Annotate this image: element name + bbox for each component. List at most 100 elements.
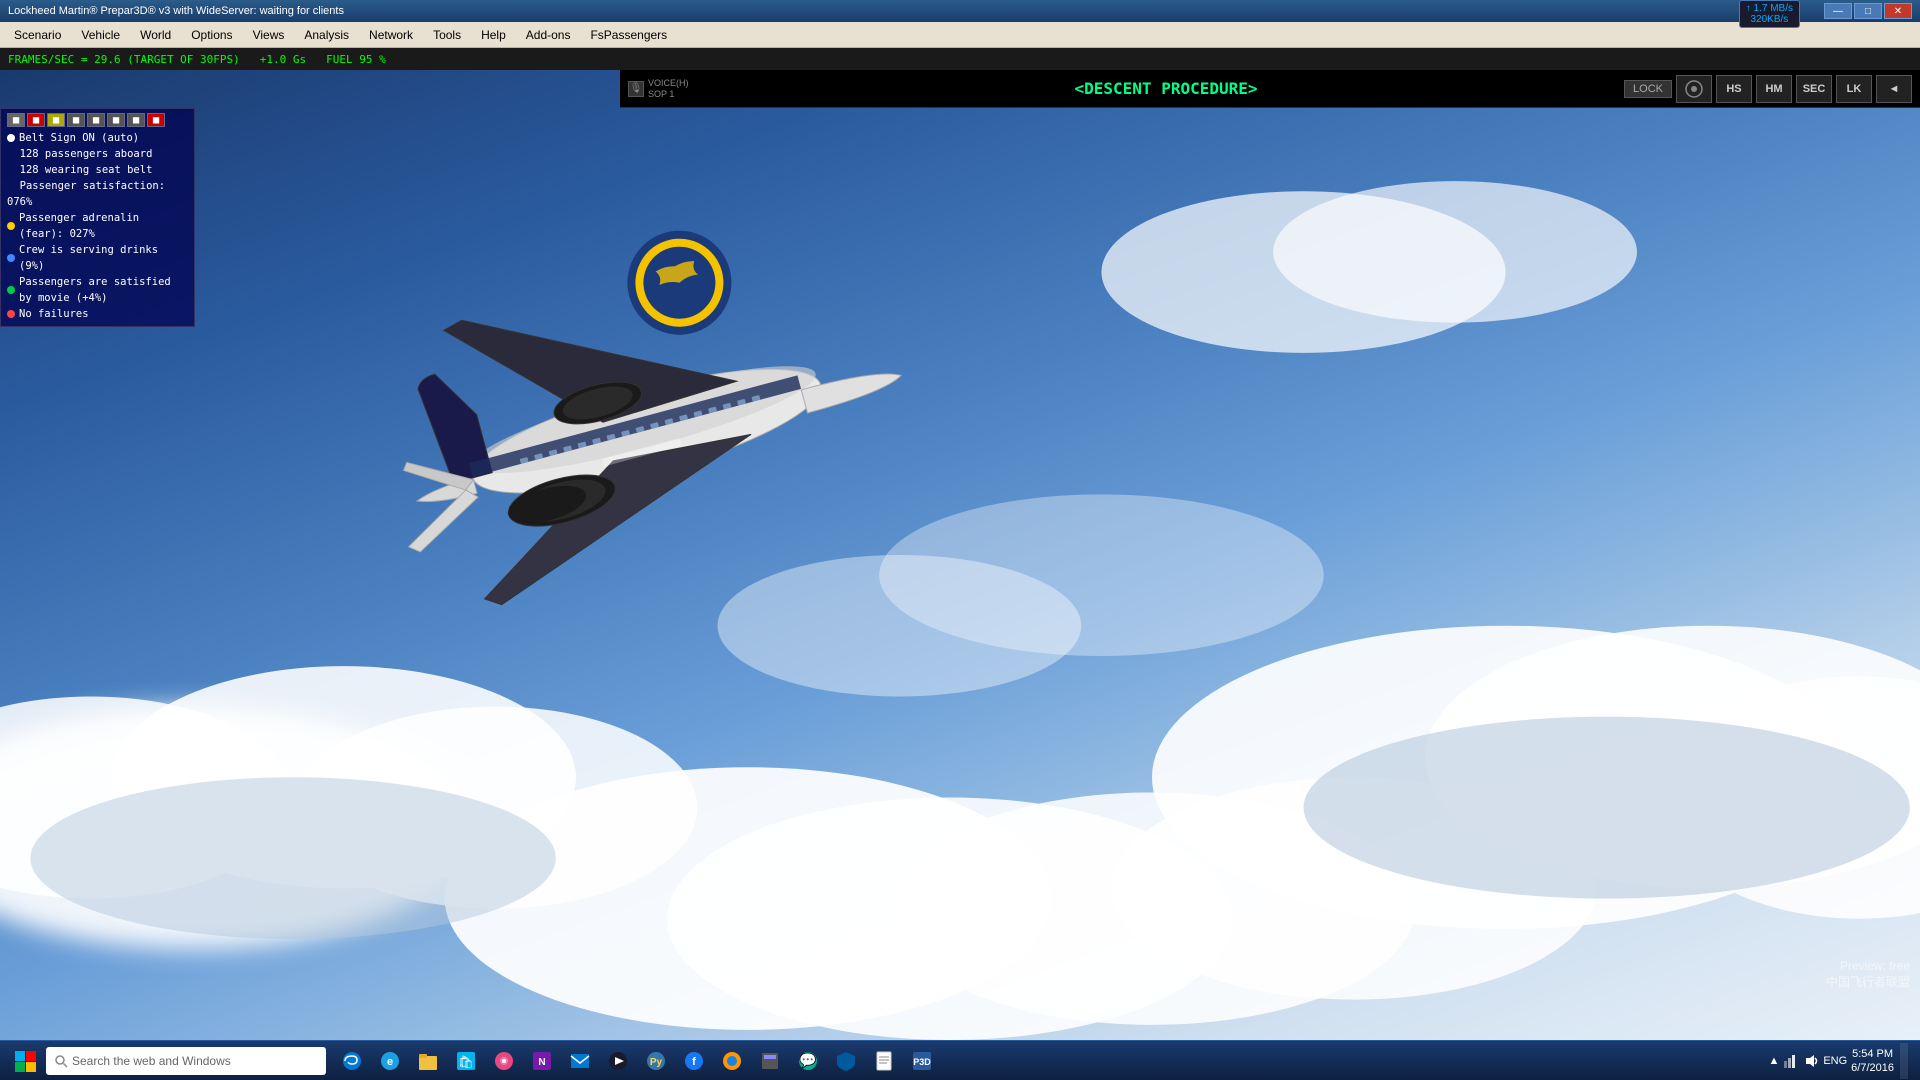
taskbar-edge-icon[interactable] [334,1043,370,1079]
volume-tray-icon [1803,1053,1819,1069]
dot-adrenalin [7,222,15,230]
atc-sec-button[interactable]: SEC [1796,75,1832,103]
passengers-text: 128 passengers aboard [7,146,152,162]
atc-voice-label: VOICE(H) SOP 1 [648,78,708,100]
taskbar-tray: ▲ ENG 5:54 PM 6/7/2016 [1768,1043,1916,1079]
aircraft-image [220,130,1000,690]
taskbar-ie-icon[interactable]: e [372,1043,408,1079]
atc-hm-button[interactable]: HM [1756,75,1792,103]
info-line-adrenalin: Passenger adrenalin (fear): 027% [7,210,188,242]
taskbar-chat-icon[interactable]: 💬 [790,1043,826,1079]
close-button[interactable]: ✕ [1884,3,1912,19]
taskbar-onenote-icon[interactable]: N [524,1043,560,1079]
start-button[interactable] [4,1043,46,1079]
menu-tools[interactable]: Tools [423,26,471,44]
menu-addons[interactable]: Add-ons [516,26,581,44]
taskbar-mail-icon[interactable] [562,1043,598,1079]
atc-hs-button[interactable]: HS [1716,75,1752,103]
crew-text: Crew is serving drinks (9%) [19,242,188,274]
menubar: Scenario Vehicle World Options Views Ana… [0,22,1920,48]
clock-date: 6/7/2016 [1851,1061,1894,1075]
taskbar-notepad-icon[interactable] [866,1043,902,1079]
watermark-line1: Preview: free [1826,959,1910,973]
svg-text:🛍: 🛍 [458,1055,473,1069]
taskbar-search-box[interactable]: Search the web and Windows [46,1047,326,1075]
movie-text: Passengers are satisfied by movie (+4%) [19,274,188,306]
info-line-failures: No failures [7,306,188,322]
info-panel-icon-row: ■ ■ ■ ■ ■ ■ ■ ■ [7,113,188,127]
taskbar: Search the web and Windows e 🛍 N Py f 💬 [0,1040,1920,1080]
atc-mode-icon [1676,75,1712,103]
dot-movie [7,286,15,294]
atc-lock-button[interactable]: LOCK [1624,80,1672,98]
dot-crew [7,254,15,262]
atc-procedure-text: <DESCENT PROCEDURE> [712,79,1620,98]
taskbar-movies-icon[interactable] [600,1043,636,1079]
show-desktop-button[interactable] [1900,1043,1908,1079]
menu-vehicle[interactable]: Vehicle [71,26,130,44]
taskbar-shield-icon[interactable] [828,1043,864,1079]
taskbar-explorer-icon[interactable] [410,1043,446,1079]
menu-views[interactable]: Views [243,26,295,44]
seatbelt-text: 128 wearing seat belt [7,162,152,178]
info-icon-3[interactable]: ■ [47,113,65,127]
info-line-movie: Passengers are satisfied by movie (+4%) [7,274,188,306]
beltsign-text: Belt Sign ON (auto) [19,130,139,146]
info-icon-8[interactable]: ■ [147,113,165,127]
minimize-button[interactable]: — [1824,3,1852,19]
atc-lk-button[interactable]: LK [1836,75,1872,103]
system-clock[interactable]: 5:54 PM 6/7/2016 [1851,1047,1894,1075]
svg-text:Py: Py [650,1057,663,1068]
menu-help[interactable]: Help [471,26,516,44]
titlebar-controls: — □ ✕ [1824,3,1912,19]
upload-speed: ↑ 1.7 MB/s [1746,3,1793,14]
titlebar: Lockheed Martin® Prepar3D® v3 with WideS… [0,0,1920,22]
info-icon-7[interactable]: ■ [127,113,145,127]
fps-display: FRAMES/SEC = 29.6 (TARGET OF 30FPS) [8,53,240,66]
menu-options[interactable]: Options [181,26,242,44]
taskbar-globe-icon[interactable]: f [676,1043,712,1079]
info-icon-1[interactable]: ■ [7,113,25,127]
svg-text:N: N [538,1057,545,1068]
maximize-button[interactable]: □ [1854,3,1882,19]
info-icon-2[interactable]: ■ [27,113,45,127]
network-speed-indicator: ↑ 1.7 MB/s 320KB/s [1739,0,1800,28]
svg-text:💬: 💬 [799,1052,817,1069]
menu-world[interactable]: World [130,26,181,44]
info-icon-4[interactable]: ■ [67,113,85,127]
titlebar-title: Lockheed Martin® Prepar3D® v3 with WideS… [8,5,344,17]
watermark-line2: 中国飞行者联盟 [1826,973,1910,990]
taskbar-store-icon[interactable]: 🛍 [448,1043,484,1079]
failures-text: No failures [19,306,89,322]
info-icon-6[interactable]: ■ [107,113,125,127]
menu-network[interactable]: Network [359,26,423,44]
watermark: Preview: free 中国飞行者联盟 [1826,959,1910,990]
voice-indicator: 🎙 [628,81,644,97]
svg-text:f: f [692,1056,696,1068]
network-tray-icon [1783,1053,1799,1069]
taskbar-music-icon[interactable] [486,1043,522,1079]
menu-analysis[interactable]: Analysis [294,26,359,44]
atc-bar: 🎙 VOICE(H) SOP 1 <DESCENT PROCEDURE> LOC… [620,70,1920,108]
tray-expand-icon[interactable]: ▲ [1768,1055,1779,1067]
fuel-display: FUEL 95 % [326,53,386,66]
adrenalin-text: Passenger adrenalin (fear): 027% [19,210,188,242]
language-tray: ENG [1823,1055,1847,1067]
taskbar-firefox-icon[interactable] [714,1043,750,1079]
taskbar-app-icons: e 🛍 N Py f 💬 P3D [334,1043,1768,1079]
atc-prev-button[interactable]: ◄ [1876,75,1912,103]
gs-display: +1.0 Gs [260,53,306,66]
taskbar-python-icon[interactable]: Py [638,1043,674,1079]
menu-fspassengers[interactable]: FsPassengers [580,26,677,44]
download-speed: 320KB/s [1750,14,1788,25]
taskbar-calc-icon[interactable] [752,1043,788,1079]
info-line-satisfaction: Passenger satisfaction: 076% [7,178,188,210]
menu-scenario[interactable]: Scenario [4,26,71,44]
info-line-crew: Crew is serving drinks (9%) [7,242,188,274]
satisfaction-text: Passenger satisfaction: 076% [7,178,188,210]
info-icon-5[interactable]: ■ [87,113,105,127]
statusbar: FRAMES/SEC = 29.6 (TARGET OF 30FPS) +1.0… [0,48,1920,70]
svg-text:e: e [387,1056,393,1068]
taskbar-p3d-icon[interactable]: P3D [904,1043,940,1079]
dot-beltsign [7,134,15,142]
